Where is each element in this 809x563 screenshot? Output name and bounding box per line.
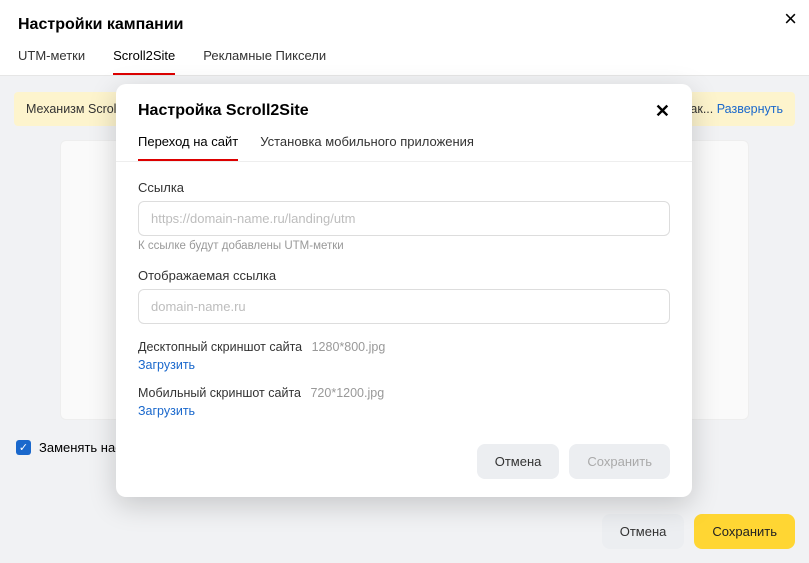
mobile-shot-line: Мобильный скриншот сайта 720*1200.jpg: [138, 386, 670, 400]
replace-settings-checkbox[interactable]: ✓: [16, 440, 31, 455]
modal-save-button: Сохранить: [569, 444, 670, 479]
link-hint: К ссылке будут добавлены UTM-метки: [138, 240, 670, 252]
display-link-label: Отображаемая ссылка: [138, 268, 670, 283]
link-label: Ссылка: [138, 180, 670, 195]
modal-tab-goto-site[interactable]: Переход на сайт: [138, 134, 238, 161]
page-cancel-button[interactable]: Отмена: [602, 514, 685, 549]
desktop-shot-filename: 1280*800.jpg: [312, 340, 386, 354]
mobile-shot-label: Мобильный скриншот сайта: [138, 386, 301, 400]
tab-scroll2site[interactable]: Scroll2Site: [113, 48, 175, 75]
info-text: Механизм Scroll2: [26, 102, 126, 116]
modal-tab-mobile-app[interactable]: Установка мобильного приложения: [260, 134, 474, 161]
page-close-icon[interactable]: ×: [784, 8, 797, 30]
link-field-group: Ссылка К ссылке будут добавлены UTM-метк…: [138, 180, 670, 252]
tab-utm[interactable]: UTM-метки: [18, 48, 85, 75]
expand-link[interactable]: Развернуть: [717, 102, 783, 116]
modal-title: Настройка Scroll2Site: [138, 102, 309, 120]
mobile-screenshot-row: Мобильный скриншот сайта 720*1200.jpg За…: [138, 386, 670, 432]
page-header: Настройки кампании UTM-метки Scroll2Site…: [0, 0, 809, 76]
mobile-shot-filename: 720*1200.jpg: [310, 386, 384, 400]
modal-close-icon[interactable]: ✕: [655, 102, 670, 120]
mobile-shot-upload-link[interactable]: Загрузить: [138, 404, 195, 418]
display-link-input[interactable]: [138, 289, 670, 324]
desktop-screenshot-row: Десктопный скриншот сайта 1280*800.jpg З…: [138, 340, 670, 386]
modal-body: Ссылка К ссылке будут добавлены UTM-метк…: [116, 162, 692, 440]
desktop-shot-upload-link[interactable]: Загрузить: [138, 358, 195, 372]
modal-cancel-button[interactable]: Отмена: [477, 444, 560, 479]
link-input[interactable]: [138, 201, 670, 236]
page-footer: Отмена Сохранить: [602, 514, 795, 549]
info-right: ак... Развернуть: [690, 102, 783, 116]
scroll2site-modal: Настройка Scroll2Site ✕ Переход на сайт …: [116, 84, 692, 497]
modal-header: Настройка Scroll2Site ✕: [116, 84, 692, 120]
modal-tabs: Переход на сайт Установка мобильного при…: [116, 120, 692, 162]
desktop-shot-line: Десктопный скриншот сайта 1280*800.jpg: [138, 340, 670, 354]
display-link-field-group: Отображаемая ссылка: [138, 268, 670, 324]
page-tabs: UTM-метки Scroll2Site Рекламные Пиксели: [18, 48, 791, 75]
modal-footer: Отмена Сохранить: [116, 440, 692, 479]
tab-pixels[interactable]: Рекламные Пиксели: [203, 48, 326, 75]
desktop-shot-label: Десктопный скриншот сайта: [138, 340, 302, 354]
page-save-button[interactable]: Сохранить: [694, 514, 795, 549]
info-trail: ак...: [690, 102, 713, 116]
page-title: Настройки кампании: [18, 16, 791, 34]
